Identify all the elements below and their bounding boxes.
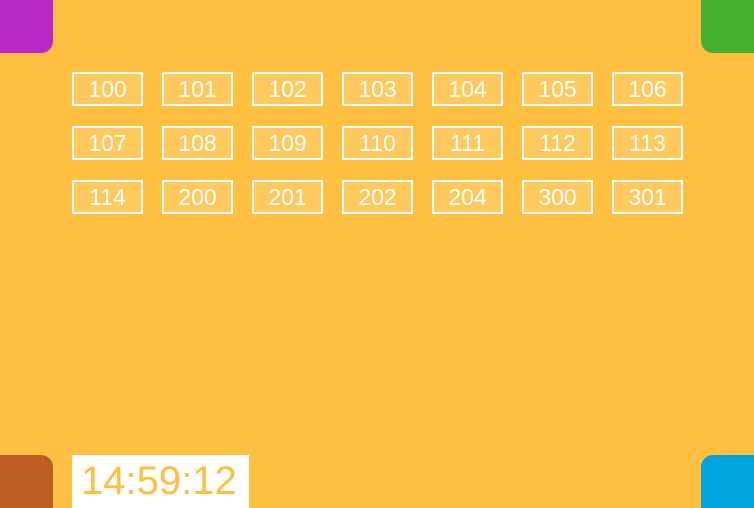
code-tile[interactable]: 108 [162,126,233,160]
code-tile[interactable]: 106 [612,72,683,106]
code-tile[interactable]: 202 [342,180,413,214]
code-tile[interactable]: 111 [432,126,503,160]
code-tile[interactable]: 109 [252,126,323,160]
code-tile[interactable]: 100 [72,72,143,106]
code-tile[interactable]: 101 [162,72,233,106]
code-tile[interactable]: 110 [342,126,413,160]
corner-tile-top-right[interactable] [701,0,754,53]
code-tile[interactable]: 103 [342,72,413,106]
code-tile[interactable]: 301 [612,180,683,214]
corner-tile-top-left[interactable] [0,0,53,53]
corner-tile-bottom-left[interactable] [0,455,53,508]
code-tile[interactable]: 105 [522,72,593,106]
code-tile-grid: 100 101 102 103 104 105 106 107 108 109 … [72,72,683,214]
code-tile[interactable]: 102 [252,72,323,106]
code-tile[interactable]: 200 [162,180,233,214]
code-tile[interactable]: 300 [522,180,593,214]
code-tile[interactable]: 204 [432,180,503,214]
clock-display: 14:59:12 [72,455,249,508]
corner-tile-bottom-right[interactable] [701,455,754,508]
code-tile[interactable]: 112 [522,126,593,160]
code-tile[interactable]: 107 [72,126,143,160]
code-tile[interactable]: 104 [432,72,503,106]
code-tile[interactable]: 114 [72,180,143,214]
code-tile[interactable]: 113 [612,126,683,160]
code-tile[interactable]: 201 [252,180,323,214]
